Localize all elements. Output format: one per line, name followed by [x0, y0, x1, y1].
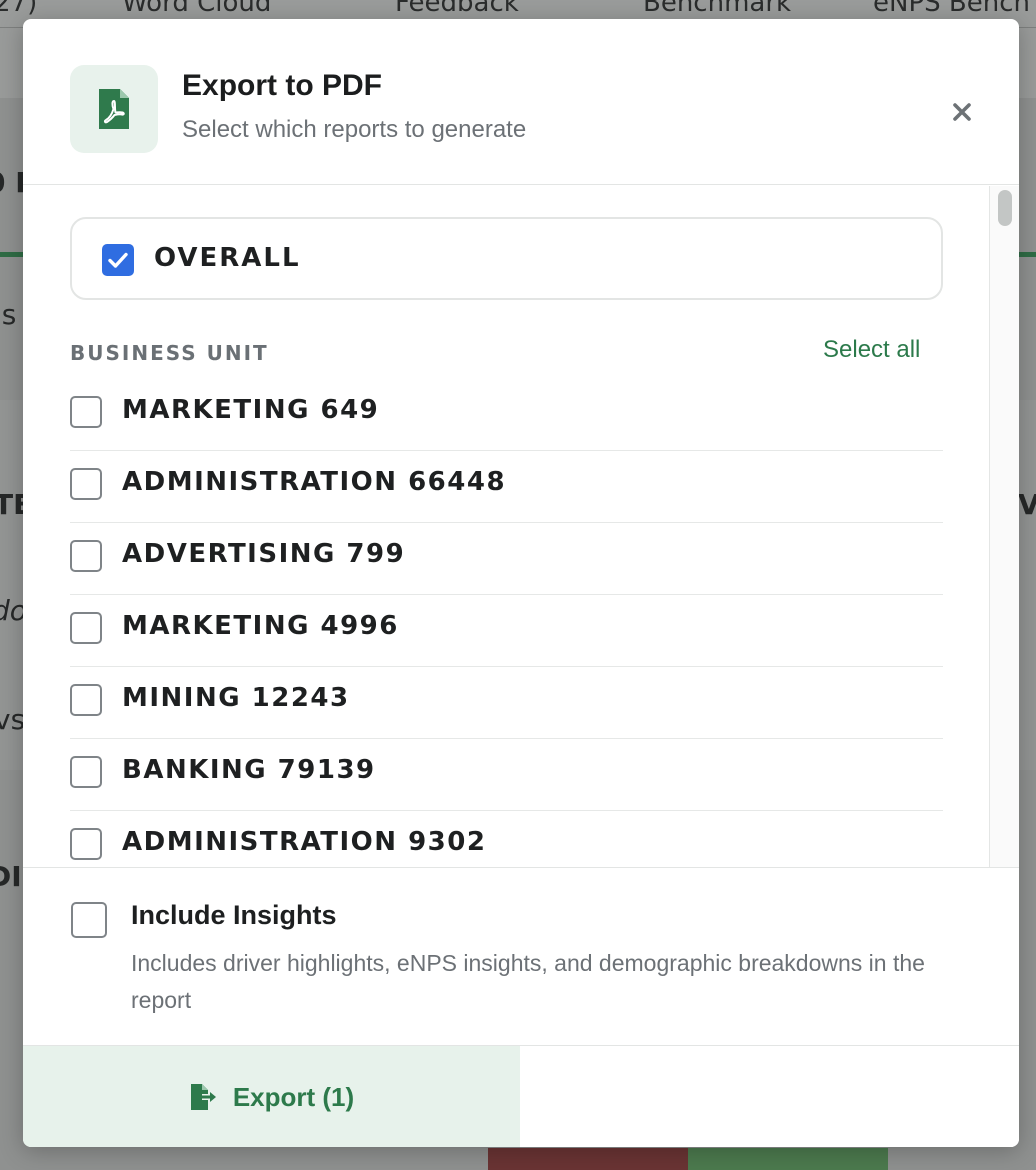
background-tab: 27)	[0, 0, 38, 18]
modal-title: Export to PDF	[182, 69, 382, 102]
business-unit-row[interactable]: BANKING 79139	[70, 739, 943, 811]
export-pdf-modal: Export to PDF Select which reports to ge…	[23, 19, 1019, 1147]
scrollbar[interactable]	[989, 186, 1019, 867]
business-unit-section-label: BUSINESS UNIT	[70, 341, 269, 365]
business-unit-checkbox[interactable]	[70, 540, 102, 572]
overall-checkbox[interactable]	[102, 244, 134, 276]
business-unit-row[interactable]: ADMINISTRATION 9302	[70, 811, 943, 867]
export-button[interactable]: Export (1)	[23, 1046, 520, 1147]
include-insights-checkbox[interactable]	[71, 902, 107, 938]
business-unit-label: MARKETING 4996	[122, 611, 399, 641]
business-unit-label: MARKETING 649	[122, 395, 380, 425]
business-unit-checkbox[interactable]	[70, 612, 102, 644]
background-text: 's	[0, 298, 17, 331]
include-insights-title: Include Insights	[131, 900, 337, 930]
business-unit-checkbox[interactable]	[70, 396, 102, 428]
business-unit-label: ADMINISTRATION 66448	[122, 467, 507, 497]
business-unit-label: ADVERTISING 799	[122, 539, 406, 569]
business-unit-checkbox[interactable]	[70, 828, 102, 860]
business-unit-checkbox[interactable]	[70, 756, 102, 788]
modal-footer: Export (1)	[23, 1045, 1019, 1147]
business-unit-row[interactable]: MARKETING 4996	[70, 595, 943, 667]
business-unit-checkbox[interactable]	[70, 684, 102, 716]
background-tab: eNPS Bench	[873, 0, 1030, 18]
business-unit-label: ADMINISTRATION 9302	[122, 827, 487, 857]
export-button-label: Export (1)	[232, 1081, 355, 1112]
background-bar-green	[688, 1148, 888, 1170]
file-export-icon	[190, 1084, 216, 1110]
checkmark-icon	[108, 252, 128, 268]
background-tab: Word Cloud	[122, 0, 272, 18]
modal-subtitle: Select which reports to generate	[182, 116, 527, 143]
include-insights-description: Includes driver highlights, eNPS insight…	[131, 950, 925, 1013]
close-button[interactable]	[947, 97, 977, 127]
include-insights-option: Include Insights Includes driver highlig…	[23, 867, 1019, 1045]
close-icon	[953, 103, 971, 121]
business-unit-row[interactable]: MINING 12243	[70, 667, 943, 739]
business-unit-list: MARKETING 649 ADMINISTRATION 66448 ADVER…	[70, 379, 943, 867]
business-unit-label: MINING 12243	[122, 683, 350, 713]
modal-header: Export to PDF Select which reports to ge…	[23, 19, 1019, 185]
overall-label: OVERALL	[154, 243, 301, 273]
business-unit-checkbox[interactable]	[70, 468, 102, 500]
background-text: VE	[1018, 488, 1036, 521]
business-unit-row[interactable]: ADMINISTRATION 66448	[70, 451, 943, 523]
overall-option[interactable]: OVERALL	[70, 217, 943, 300]
select-all-link[interactable]: Select all	[823, 336, 920, 364]
scrollbar-thumb[interactable]	[998, 190, 1012, 226]
background-bar-red	[488, 1148, 688, 1170]
report-selection-list[interactable]: OVERALL BUSINESS UNIT Select all MARKETI…	[23, 186, 1019, 867]
background-tab: Feedback	[395, 0, 519, 18]
background-text: vs	[0, 703, 26, 736]
pdf-file-icon	[70, 65, 158, 153]
footer-empty-area	[520, 1046, 1019, 1147]
business-unit-row[interactable]: MARKETING 649	[70, 379, 943, 451]
business-unit-label: BANKING 79139	[122, 755, 376, 785]
business-unit-row[interactable]: ADVERTISING 799	[70, 523, 943, 595]
background-tab: Benchmark	[643, 0, 792, 18]
